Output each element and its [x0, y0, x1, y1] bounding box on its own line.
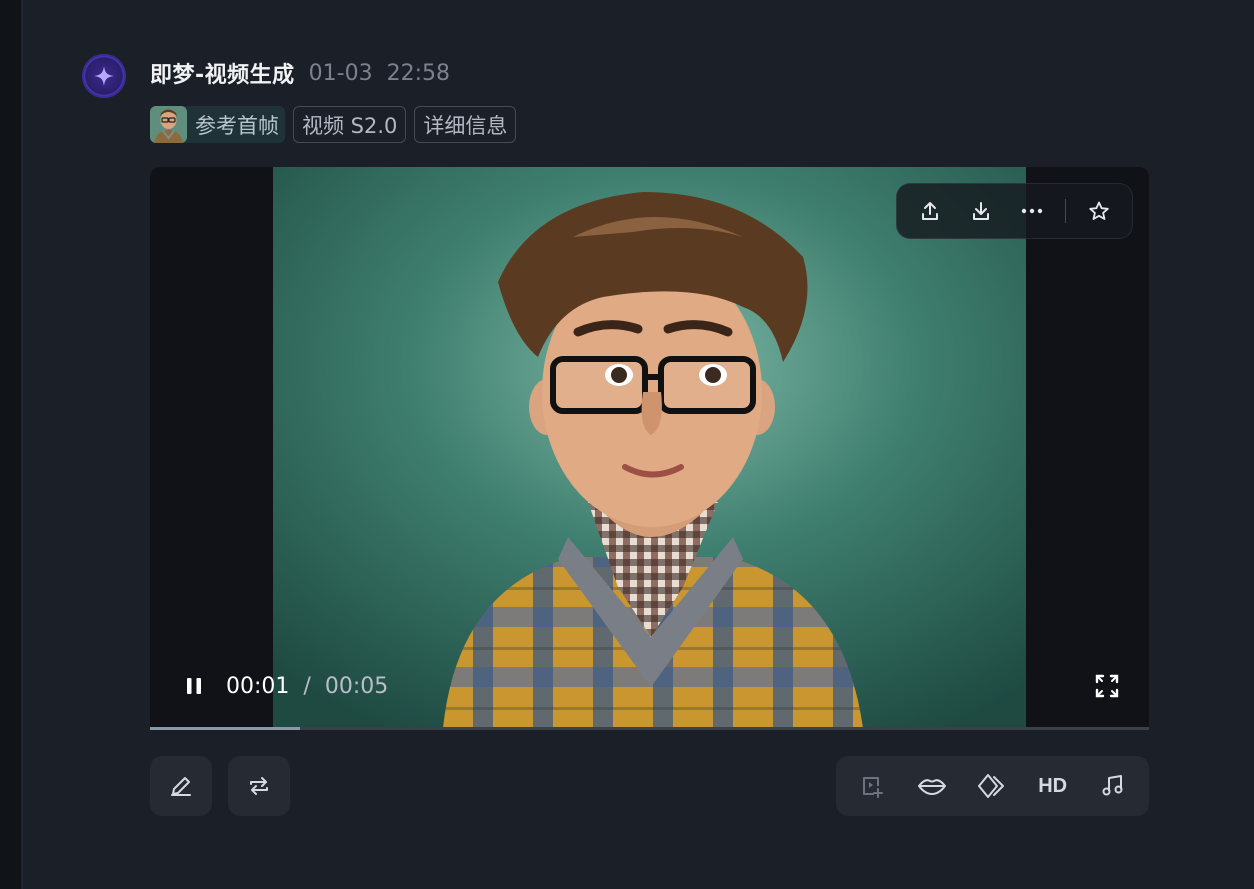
time-separator: /: [303, 673, 311, 699]
sparkle-icon: [94, 66, 114, 86]
sender-name: 即梦-视频生成: [150, 63, 295, 88]
fullscreen-icon[interactable]: [1089, 668, 1125, 704]
video-top-toolbar: [896, 183, 1133, 239]
hd-button[interactable]: HD: [1035, 768, 1071, 804]
regenerate-button[interactable]: [228, 756, 290, 816]
bottom-right-toolbar: HD: [836, 756, 1149, 816]
video-player[interactable]: 00:01 / 00:05: [150, 167, 1149, 728]
edit-icon: [171, 777, 191, 796]
model-tag[interactable]: 视频 S2.0: [293, 106, 407, 143]
bottom-left-toolbar: [150, 756, 290, 816]
pause-icon[interactable]: [176, 668, 212, 704]
message-header: 即梦-视频生成 01-03 22:58: [150, 57, 450, 89]
share-icon[interactable]: [912, 193, 948, 229]
video-frame: [273, 167, 1026, 728]
edit-button[interactable]: [150, 756, 212, 816]
interpolate-icon[interactable]: [974, 768, 1010, 804]
total-duration: 00:05: [324, 673, 389, 699]
download-icon[interactable]: [963, 193, 999, 229]
details-tag[interactable]: 详细信息: [414, 106, 517, 143]
music-icon[interactable]: [1095, 768, 1131, 804]
generated-character-image: [273, 167, 1026, 728]
star-icon[interactable]: [1081, 193, 1117, 229]
reference-frame-tag[interactable]: 参考首帧: [150, 106, 285, 143]
playback-progress-fill: [150, 727, 300, 730]
reference-frame-label: 参考首帧: [195, 113, 279, 138]
more-icon[interactable]: [1014, 193, 1050, 229]
left-edge-rail: [0, 0, 22, 889]
lip-sync-icon[interactable]: [914, 768, 950, 804]
playback-controls: 00:01 / 00:05: [176, 668, 388, 704]
toolbar-divider: [1064, 199, 1066, 223]
current-time: 00:01: [226, 673, 290, 699]
message-date: 01-03: [308, 60, 373, 86]
regenerate-icon: [250, 777, 268, 795]
message-time: 22:58: [386, 60, 450, 86]
reference-thumbnail: [150, 106, 187, 143]
frame-add-icon[interactable]: [854, 768, 890, 804]
bot-avatar: [82, 54, 126, 98]
tag-row: 参考首帧 视频 S2.0 详细信息: [150, 106, 517, 143]
playback-progress-bar[interactable]: [150, 727, 1149, 730]
